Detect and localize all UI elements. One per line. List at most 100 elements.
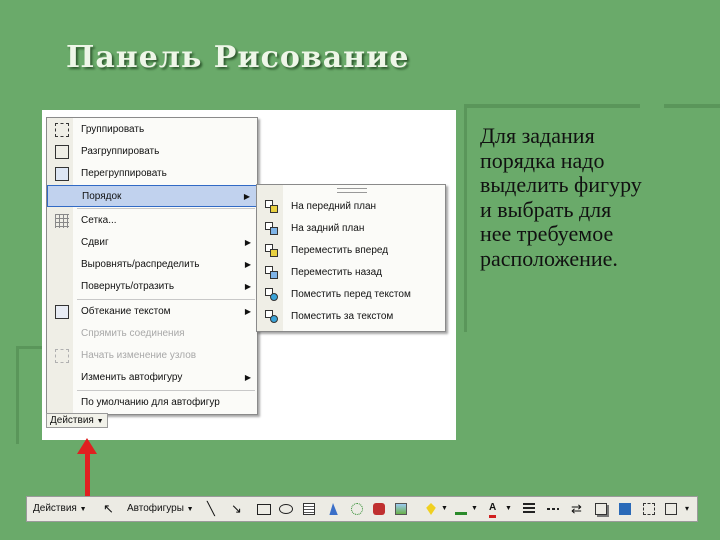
menu-screenshot: Группировать Разгруппировать Перегруппир… xyxy=(42,110,456,440)
edit-points-icon xyxy=(55,349,69,363)
arrow-style-button[interactable]: ⇄ xyxy=(571,497,582,521)
dropdown-arrow-icon: ▼ xyxy=(79,506,87,513)
tear-off-grip[interactable] xyxy=(337,188,367,193)
menu-item-nudge[interactable]: Сдвиг ▶ xyxy=(47,232,257,254)
line-color-icon[interactable] xyxy=(455,503,467,515)
submenu-arrow-icon: ▶ xyxy=(244,373,251,382)
toolbar-autoshapes-label: Автофигуры xyxy=(127,503,184,514)
menu-item-send-backward[interactable]: Переместить назад xyxy=(257,262,445,284)
pointer-icon: ↖ xyxy=(103,501,114,516)
font-color-dropdown[interactable]: ▼ xyxy=(505,497,512,521)
drawing-toolbar: Действия ▼ ↖ Автофигуры ▼ ╲ ↘ ▼ ▼ A ▼ ⇄ … xyxy=(26,496,698,522)
ungroup-icon xyxy=(55,145,69,159)
dropdown-arrow-icon: ▼ xyxy=(505,505,512,512)
fill-color-icon[interactable] xyxy=(426,503,436,515)
menu-item-set-autoshape-defaults[interactable]: По умолчанию для автофигур xyxy=(47,392,257,414)
3d-style-icon[interactable] xyxy=(619,503,631,515)
toolbar-autoshapes-button[interactable]: Автофигуры ▼ xyxy=(127,497,194,521)
menu-item-grid[interactable]: Сетка... xyxy=(47,210,257,232)
menu-item-ungroup[interactable]: Разгруппировать xyxy=(47,141,257,163)
menu-item-group[interactable]: Группировать xyxy=(47,119,257,141)
menu-item-label: На передний план xyxy=(291,201,377,212)
menu-item-label: Изменить автофигуру xyxy=(81,372,183,383)
fill-color-dropdown[interactable]: ▼ xyxy=(441,497,448,521)
clip-art-icon[interactable] xyxy=(373,503,385,515)
submenu-arrow-icon: ▶ xyxy=(244,260,251,269)
menu-item-label: Перегруппировать xyxy=(81,168,167,179)
body-line: и выбрать для xyxy=(480,196,612,222)
decorative-line xyxy=(464,104,640,108)
bring-forward-icon xyxy=(265,244,279,258)
menu-item-edit-points: Начать изменение узлов xyxy=(47,345,257,367)
submenu-arrow-icon: ▶ xyxy=(243,192,250,201)
menu-item-send-to-back[interactable]: На задний план xyxy=(257,218,445,240)
actions-button[interactable]: Действия ▼ xyxy=(46,413,108,428)
menu-item-rotate-flip[interactable]: Повернуть/отразить ▶ xyxy=(47,276,257,298)
wordart-icon[interactable] xyxy=(329,503,338,515)
menu-item-label: Обтекание текстом xyxy=(81,306,171,317)
toolbar-options-button[interactable]: ▾ xyxy=(685,497,689,521)
line-style-icon[interactable] xyxy=(523,503,535,515)
submenu-arrow-icon: ▶ xyxy=(244,307,251,316)
order-submenu: На передний план На задний план Перемест… xyxy=(256,184,446,332)
behind-text-icon xyxy=(265,310,279,324)
menu-item-label: Начать изменение узлов xyxy=(81,350,197,361)
menu-item-bring-in-front-of-text[interactable]: Поместить перед текстом xyxy=(257,284,445,306)
body-line: Для задания xyxy=(480,123,595,148)
menu-item-bring-forward[interactable]: Переместить вперед xyxy=(257,240,445,262)
picture-icon[interactable] xyxy=(395,503,407,515)
arrow-style-icon: ⇄ xyxy=(571,501,582,516)
oval-icon[interactable] xyxy=(279,504,293,514)
dropdown-arrow-icon: ▼ xyxy=(186,506,194,513)
actions-button-label: Действия xyxy=(50,415,94,426)
actions-menu: Группировать Разгруппировать Перегруппир… xyxy=(46,117,258,415)
submenu-arrow-icon: ▶ xyxy=(244,238,251,247)
group-objects-icon[interactable] xyxy=(665,503,677,515)
line-button[interactable]: ╲ xyxy=(207,497,215,521)
send-to-back-icon xyxy=(265,222,279,236)
font-color-button[interactable]: A xyxy=(489,501,497,518)
arrow-icon: ↘ xyxy=(231,501,242,516)
slide-title: Панель Рисование xyxy=(66,40,410,75)
body-line: расположение. xyxy=(480,245,618,271)
menu-item-order[interactable]: Порядок ▶ xyxy=(47,185,257,207)
menu-separator xyxy=(77,299,255,300)
menu-item-label: Порядок xyxy=(82,191,122,202)
grid-icon xyxy=(55,214,69,228)
arrow-button[interactable]: ↘ xyxy=(231,497,242,521)
menu-item-label: По умолчанию для автофигур xyxy=(81,397,220,408)
toolbar-actions-button[interactable]: Действия ▼ xyxy=(33,497,87,521)
menu-item-label: Группировать xyxy=(81,124,145,135)
submenu-arrow-icon: ▶ xyxy=(244,282,251,291)
rectangle-icon[interactable] xyxy=(257,504,271,515)
in-front-of-text-icon xyxy=(265,288,279,302)
menu-item-text-wrapping[interactable]: Обтекание текстом ▶ xyxy=(47,301,257,323)
menu-item-change-autoshape[interactable]: Изменить автофигуру ▶ xyxy=(47,367,257,389)
select-multiple-icon[interactable] xyxy=(643,503,655,515)
menu-item-align-distribute[interactable]: Выровнять/распределить ▶ xyxy=(47,254,257,276)
line-color-dropdown[interactable]: ▼ xyxy=(471,497,478,521)
menu-item-label: Переместить назад xyxy=(291,267,382,278)
slide-body-text: Для задания порядка надо выделить фигуру… xyxy=(480,123,705,271)
dropdown-arrow-icon: ▼ xyxy=(441,505,448,512)
menu-item-label: Спрямить соединения xyxy=(81,328,185,339)
dash-style-icon[interactable] xyxy=(547,508,559,510)
decorative-line xyxy=(16,348,19,444)
menu-item-label: Сетка... xyxy=(81,215,117,226)
select-objects-button[interactable]: ↖ xyxy=(103,497,114,521)
menu-item-send-behind-text[interactable]: Поместить за текстом xyxy=(257,306,445,328)
dropdown-arrow-icon: ▼ xyxy=(96,418,104,425)
decorative-line xyxy=(464,104,467,332)
menu-item-regroup[interactable]: Перегруппировать xyxy=(47,163,257,185)
menu-item-label: На задний план xyxy=(291,223,365,234)
shadow-style-icon[interactable] xyxy=(595,503,607,515)
text-wrap-icon xyxy=(55,305,69,319)
text-box-icon[interactable] xyxy=(303,503,315,515)
font-color-icon: A xyxy=(489,502,497,513)
menu-item-label: Переместить вперед xyxy=(291,245,389,256)
menu-item-label: Поместить перед текстом xyxy=(291,289,411,300)
decorative-line xyxy=(664,104,720,108)
diagram-icon[interactable] xyxy=(351,503,363,515)
menu-item-bring-to-front[interactable]: На передний план xyxy=(257,196,445,218)
line-icon: ╲ xyxy=(207,501,215,516)
